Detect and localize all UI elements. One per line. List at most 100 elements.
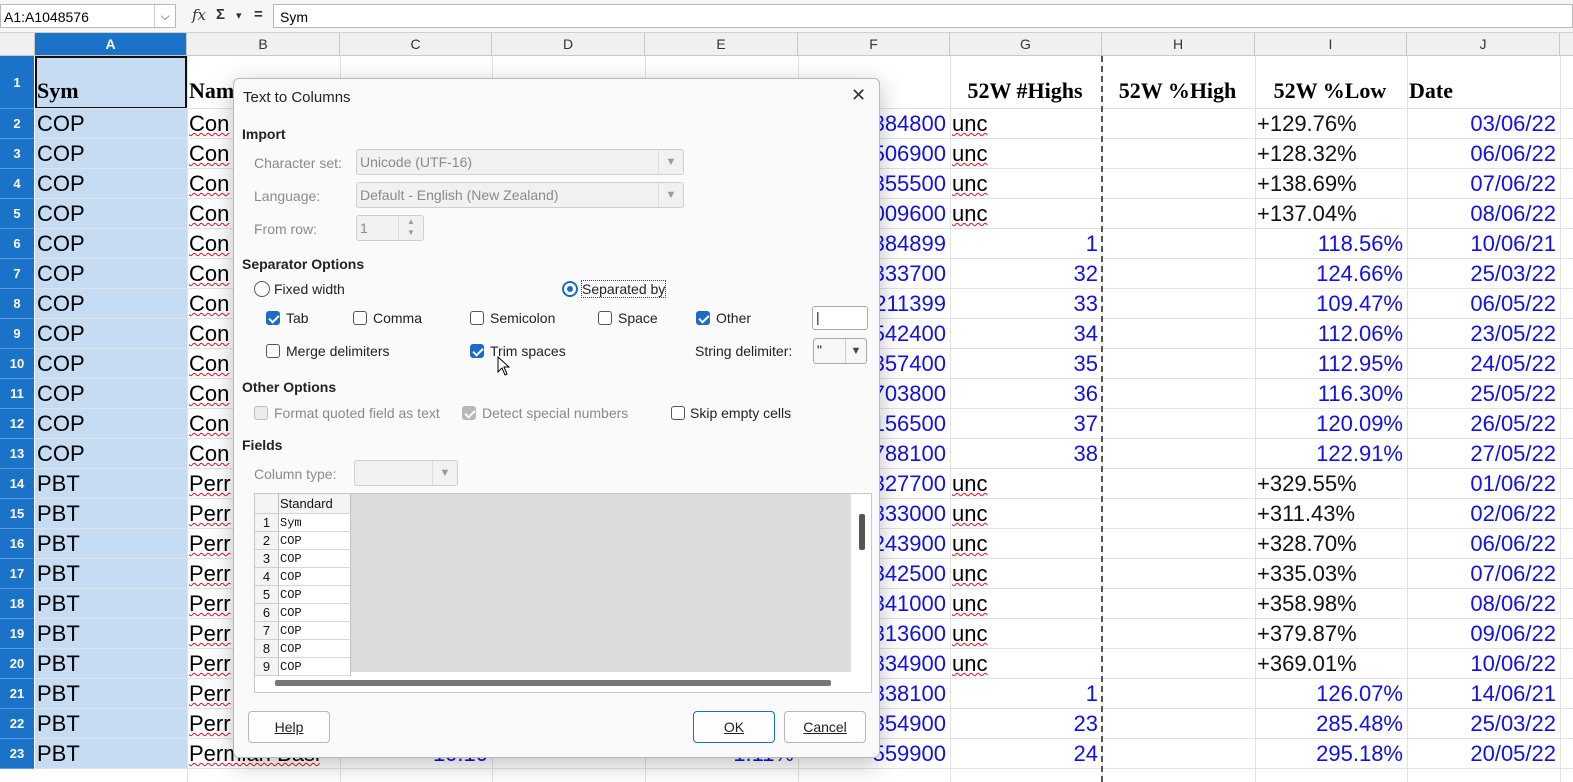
row-header[interactable]: 10 xyxy=(0,349,34,379)
cell-i[interactable]: 112.06% xyxy=(1257,321,1403,349)
other-value[interactable]: | xyxy=(816,309,820,325)
separated-by-label[interactable]: Separated by xyxy=(580,280,667,298)
cell-a[interactable]: PBT xyxy=(37,561,183,589)
cell-a[interactable]: COP xyxy=(37,351,183,379)
merge-delimiters-checkbox[interactable] xyxy=(266,344,280,358)
cell-j[interactable]: 10/06/22 xyxy=(1409,651,1556,679)
cell-a[interactable]: PBT xyxy=(37,531,183,559)
cell-a[interactable]: COP xyxy=(37,261,183,289)
cell-g[interactable]: 1 xyxy=(952,231,1098,259)
cancel-button[interactable]: Cancel xyxy=(784,711,866,743)
name-box-value[interactable]: A1:A1048576 xyxy=(4,9,89,25)
fixed-width-radio[interactable] xyxy=(254,281,270,297)
column-header-d[interactable]: D xyxy=(492,33,645,55)
column-header-h[interactable]: H xyxy=(1102,33,1255,55)
cell-j[interactable]: 25/05/22 xyxy=(1409,381,1556,409)
row-header[interactable]: 4 xyxy=(0,169,34,199)
cell-a[interactable]: COP xyxy=(37,381,183,409)
cell-i[interactable]: 124.66% xyxy=(1257,261,1403,289)
row-header[interactable]: 11 xyxy=(0,379,34,409)
cell-g[interactable]: unc xyxy=(952,171,1098,199)
help-button[interactable]: Help xyxy=(248,711,330,743)
column-header-e[interactable]: E xyxy=(645,33,798,55)
cell-j[interactable]: 06/06/22 xyxy=(1409,141,1556,169)
cell-j[interactable]: 06/05/22 xyxy=(1409,291,1556,319)
row-header[interactable]: 15 xyxy=(0,499,34,529)
comma-checkbox[interactable] xyxy=(353,311,367,325)
trim-spaces-checkbox[interactable] xyxy=(470,344,484,358)
cell-i[interactable]: 118.56% xyxy=(1257,231,1403,259)
cell-j[interactable]: 07/06/22 xyxy=(1409,171,1556,199)
charset-select[interactable]: Unicode (UTF-16) ▼ xyxy=(356,149,684,175)
cell-g[interactable]: 33 xyxy=(952,291,1098,319)
cell-g[interactable]: unc xyxy=(952,621,1098,649)
select-all-corner[interactable] xyxy=(0,33,35,55)
row-header[interactable]: 2 xyxy=(0,109,34,139)
cell-j[interactable]: 25/03/22 xyxy=(1409,711,1556,739)
cell-g[interactable]: unc xyxy=(952,531,1098,559)
cell-g[interactable]: 35 xyxy=(952,351,1098,379)
sum-dropdown-icon[interactable]: ▾ xyxy=(236,9,242,22)
row-header[interactable]: 12 xyxy=(0,409,34,439)
cell-a[interactable]: PBT xyxy=(37,711,183,739)
column-header-c[interactable]: C xyxy=(340,33,492,55)
row-header[interactable]: 13 xyxy=(0,439,34,469)
cell-j[interactable]: 25/03/22 xyxy=(1409,261,1556,289)
cell-g[interactable]: unc xyxy=(952,141,1098,169)
cell-g[interactable]: unc xyxy=(952,201,1098,229)
semicolon-label[interactable]: Semicolon xyxy=(490,310,555,326)
column-header-g[interactable]: G xyxy=(950,33,1102,55)
formula-input[interactable]: Sym xyxy=(273,4,1573,28)
row-header[interactable]: 19 xyxy=(0,619,34,649)
preview-column-header[interactable]: Standard xyxy=(279,494,351,514)
close-icon[interactable]: ✕ xyxy=(851,85,866,106)
cell-i[interactable]: 109.47% xyxy=(1257,291,1403,319)
name-box[interactable]: A1:A1048576 ⌵ xyxy=(0,4,176,28)
cell-i[interactable]: +369.01% xyxy=(1257,651,1403,679)
column-header-a[interactable]: A xyxy=(35,33,187,55)
cell-i[interactable]: +138.69% xyxy=(1257,171,1403,199)
cell-j[interactable]: 01/06/22 xyxy=(1409,471,1556,499)
cell-g[interactable]: 23 xyxy=(952,711,1098,739)
row-header[interactable]: 6 xyxy=(0,229,34,259)
cell-g[interactable]: 34 xyxy=(952,321,1098,349)
cell-j[interactable]: 03/06/22 xyxy=(1409,111,1556,139)
fields-preview[interactable]: Standard 1 Sym 2 COP 3 COP 4 COP 5 COP 6 COP 7 COP 8 CO… xyxy=(254,493,872,693)
detect-special-checkbox[interactable] xyxy=(462,406,476,420)
cell-g[interactable]: 1 xyxy=(952,681,1098,709)
row-header[interactable]: 8 xyxy=(0,289,34,319)
chevron-down-icon[interactable]: ⌵ xyxy=(154,5,175,27)
cell-a[interactable]: PBT xyxy=(37,471,183,499)
function-wizard-icon[interactable]: fx xyxy=(192,6,206,24)
cell-a[interactable]: COP xyxy=(37,141,183,169)
semicolon-checkbox[interactable] xyxy=(470,311,484,325)
cell-i[interactable]: +358.98% xyxy=(1257,591,1403,619)
cell-a[interactable]: PBT xyxy=(37,591,183,619)
cell-a[interactable]: COP xyxy=(37,171,183,199)
cell-j[interactable]: 02/06/22 xyxy=(1409,501,1556,529)
tab-checkbox[interactable] xyxy=(266,311,280,325)
cell-i[interactable]: 52W %Low xyxy=(1257,78,1403,108)
cell-g[interactable]: unc xyxy=(952,111,1098,139)
fixed-width-label[interactable]: Fixed width xyxy=(274,281,345,297)
row-header[interactable]: 3 xyxy=(0,139,34,169)
cell-j[interactable]: 24/05/22 xyxy=(1409,351,1556,379)
cell-a[interactable]: COP xyxy=(37,441,183,469)
formula-icon[interactable]: = xyxy=(254,6,263,23)
language-select[interactable]: Default - English (New Zealand) ▼ xyxy=(356,182,684,208)
preview-horizontal-scrollbar[interactable] xyxy=(275,680,831,686)
column-header-i[interactable]: I xyxy=(1255,33,1407,55)
cell-a[interactable]: PBT xyxy=(37,651,183,679)
separated-by-radio[interactable] xyxy=(562,281,578,297)
cell-i[interactable]: +311.43% xyxy=(1257,501,1403,529)
cell-a[interactable]: PBT xyxy=(37,621,183,649)
cell-i[interactable]: 112.95% xyxy=(1257,351,1403,379)
column-header-f[interactable]: F xyxy=(798,33,950,55)
cell-g[interactable]: unc xyxy=(952,591,1098,619)
cell-g[interactable]: 37 xyxy=(952,411,1098,439)
cell-j[interactable]: 23/05/22 xyxy=(1409,321,1556,349)
cell-j[interactable]: Date xyxy=(1409,78,1556,108)
cell-g[interactable]: 52W #Highs xyxy=(952,78,1098,108)
tab-label[interactable]: Tab xyxy=(286,310,309,326)
merge-delimiters-label[interactable]: Merge delimiters xyxy=(286,343,389,359)
